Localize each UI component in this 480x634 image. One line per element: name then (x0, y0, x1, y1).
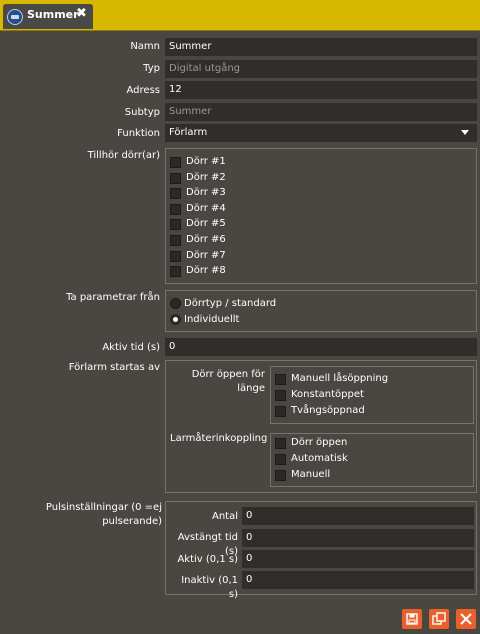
door-4-checkbox[interactable] (170, 203, 181, 215)
param-label: Ta parametrar från (66, 292, 160, 303)
door-open-opt-1-label: Manuell låsöppning (291, 373, 389, 384)
door-open-opt-2-label: Konstantöppet (291, 389, 364, 400)
door-8-checkbox[interactable] (170, 266, 181, 278)
larm-label: Larmåterinkoppling (170, 433, 268, 444)
funktion-label: Funktion (117, 128, 160, 139)
door-7-checkbox[interactable] (170, 250, 181, 262)
aktiv-field[interactable]: 0 (242, 550, 474, 568)
door-open-opt-3-checkbox[interactable] (275, 406, 286, 417)
typ-field: Digital utgång (165, 60, 477, 78)
radio-dorrtyp-label: Dörrtyp / standard (184, 298, 277, 309)
door-1-label: Dörr #1 (186, 156, 226, 167)
door-open-opt-3-label: Tvångsöppnad (291, 405, 365, 416)
tab-close-button[interactable]: ✖ (76, 6, 87, 21)
aktiv-label: Aktiv (0,1 s) (177, 554, 238, 565)
door-open-opt-1-checkbox[interactable] (275, 374, 286, 385)
radio-individuellt[interactable] (170, 314, 181, 325)
save-button[interactable] (402, 609, 422, 629)
namn-label: Namn (130, 41, 160, 52)
door-2-label: Dörr #2 (186, 171, 226, 183)
adress-label: Adress (126, 85, 160, 96)
door-6-label: Dörr #6 (186, 234, 226, 245)
door-2-checkbox[interactable] (170, 172, 181, 184)
adress-field[interactable]: 12 (165, 81, 477, 99)
larm-opt-3-label: Manuell (291, 469, 331, 480)
door-7-label: Dörr #7 (186, 249, 226, 261)
larm-opt-1-label: Dörr öppen (291, 437, 348, 448)
subtyp-field[interactable]: Summer (165, 103, 477, 121)
funktion-value: Förlarm (169, 127, 208, 138)
aktiv-tid-label: Aktiv tid (s) (102, 342, 160, 353)
speaker-icon (7, 9, 23, 25)
radio-individuellt-label: Individuellt (184, 314, 240, 325)
copy-icon (432, 612, 446, 625)
typ-label: Typ (143, 63, 160, 74)
chevron-down-icon (461, 130, 469, 135)
aktiv-tid-field[interactable]: 0 (165, 338, 477, 356)
door-6-checkbox[interactable] (170, 235, 181, 246)
antal-label: Antal (211, 511, 238, 522)
subtyp-label: Subtyp (124, 107, 160, 118)
door-3-label: Dörr #3 (186, 187, 226, 199)
save-icon (406, 613, 418, 625)
radio-dorrtyp[interactable] (170, 298, 181, 309)
door-open-opt-2-checkbox[interactable] (275, 390, 286, 401)
door-5-checkbox[interactable] (170, 219, 181, 231)
puls-label: Pulsinställningar (0 =ej pulserande) (45, 502, 162, 527)
door-open-label: Dörr öppen för länge (191, 369, 265, 394)
larm-opt-2-checkbox[interactable] (275, 454, 286, 465)
door-8-label: Dörr #8 (186, 265, 226, 277)
door-4-label: Dörr #4 (186, 202, 226, 214)
forlarm-label: Förlarm startas av (68, 362, 160, 373)
larm-opt-2-label: Automatisk (291, 453, 348, 464)
inaktiv-label: Inaktiv (0,1 s) (181, 575, 238, 600)
avstangt-field[interactable]: 0 (242, 529, 474, 547)
larm-opt-3-checkbox[interactable] (275, 470, 286, 481)
doors-group (165, 148, 477, 284)
door-5-label: Dörr #5 (186, 218, 226, 230)
namn-field[interactable]: Summer (165, 38, 477, 56)
inaktiv-field[interactable]: 0 (242, 571, 474, 589)
close-icon (460, 613, 472, 625)
door-1-checkbox[interactable] (170, 157, 181, 168)
antal-field[interactable]: 0 (242, 507, 474, 525)
funktion-select[interactable]: Förlarm (165, 124, 477, 142)
tab-title: Summer (27, 8, 79, 21)
door-3-checkbox[interactable] (170, 188, 181, 200)
tillhor-label: Tillhör dörr(ar) (87, 150, 160, 161)
delete-button[interactable] (456, 609, 476, 629)
larm-opt-1-checkbox[interactable] (275, 438, 286, 449)
copy-button[interactable] (429, 609, 449, 629)
